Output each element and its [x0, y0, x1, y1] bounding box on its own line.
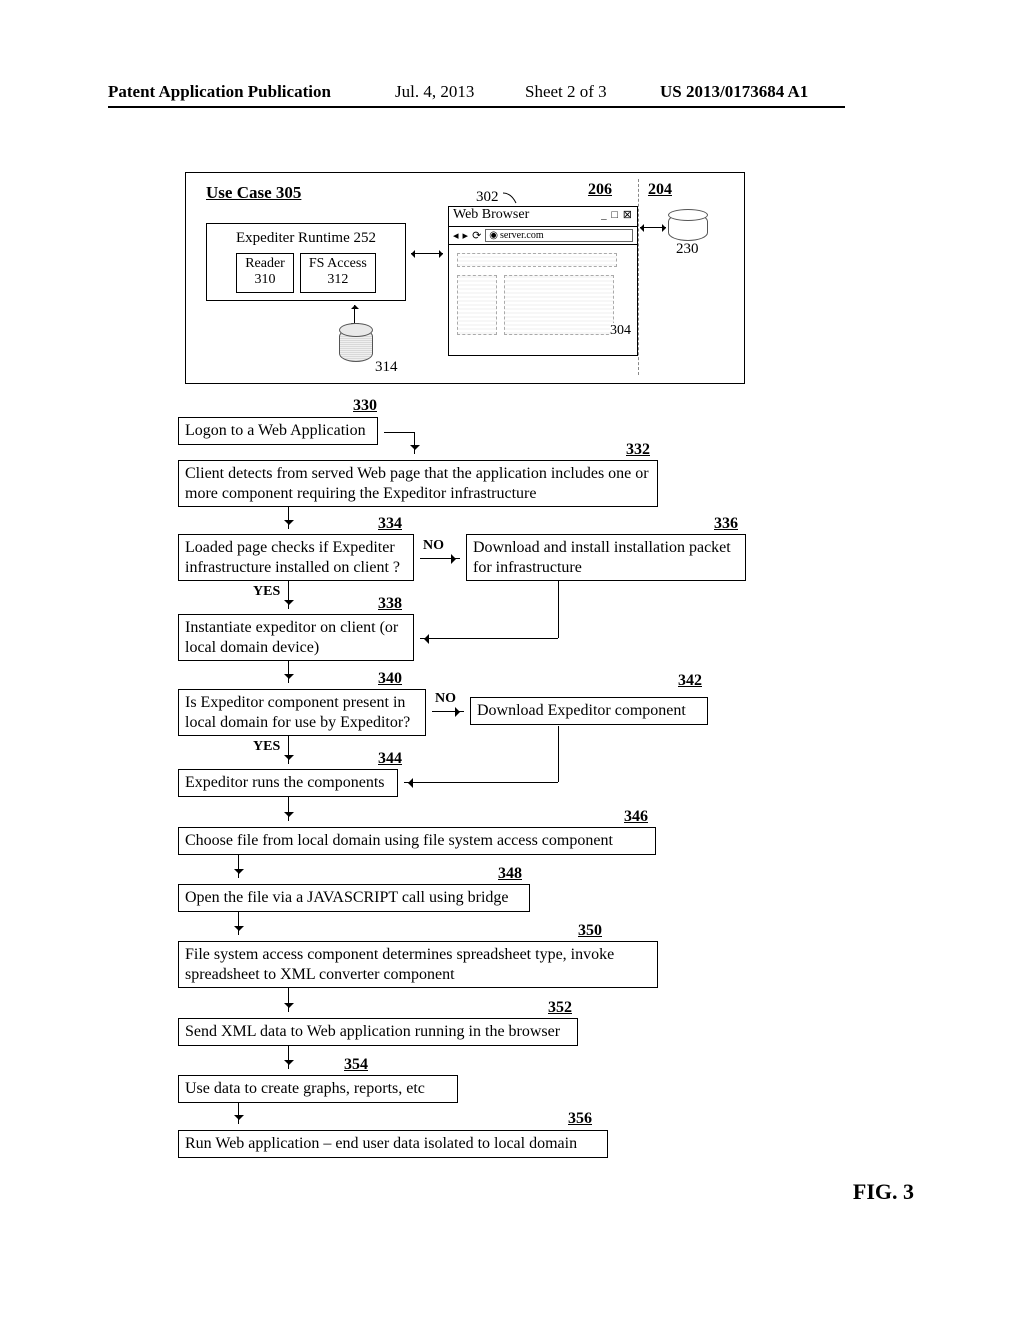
conn-330-h — [384, 432, 414, 433]
node-342: Download Expeditor component — [470, 697, 708, 725]
conn-334-338 — [288, 581, 289, 609]
node-330: Logon to a Web Application — [178, 417, 378, 445]
expeditor-runtime-box: Expediter Runtime 252 Reader 310 FS Acce… — [206, 223, 406, 301]
node-338: Instantiate expeditor on client (or loca… — [178, 614, 414, 661]
ref-330: 330 — [353, 397, 377, 415]
label-304: 304 — [610, 323, 631, 339]
ref-344: 344 — [378, 750, 402, 768]
expeditor-label: Expediter Runtime 252 — [207, 230, 405, 247]
conn-342-344 — [404, 782, 558, 783]
header-date: Jul. 4, 2013 — [395, 82, 474, 102]
conn-340-344 — [288, 736, 289, 764]
ref-332: 332 — [626, 441, 650, 459]
fs-access-box: FS Access 312 — [300, 253, 376, 293]
node-334: Loaded page checks if Expediter infrastr… — [178, 534, 414, 581]
label-206: 206 — [588, 181, 612, 199]
node-340: Is Expeditor component present in local … — [178, 689, 426, 736]
node-350: File system access component determines … — [178, 941, 658, 988]
address-bar: ◉ server.com — [485, 229, 633, 242]
conn-340-342 — [432, 711, 464, 712]
label-yes-340: YES — [253, 739, 280, 755]
ref-350: 350 — [578, 922, 602, 940]
nav-fwd-icon: ▸ — [463, 229, 469, 242]
conn-350-352 — [288, 988, 289, 1012]
cylinder-label: 314 — [375, 359, 398, 376]
content-region-3 — [504, 275, 614, 335]
window-controls-icon: _ □ ⊠ — [601, 208, 633, 221]
node-354: Use data to create graphs, reports, etc — [178, 1075, 458, 1103]
label-302-text: 302 — [476, 189, 499, 205]
ref-342: 342 — [678, 672, 702, 690]
header-pubno: US 2013/0173684 A1 — [660, 82, 808, 102]
header-divider — [108, 106, 845, 108]
node-332: Client detects from served Web page that… — [178, 460, 658, 507]
server-cylinder-icon — [668, 213, 708, 241]
header-publication: Patent Application Publication — [108, 82, 331, 102]
conn-334-336 — [420, 558, 460, 559]
content-region-2 — [457, 275, 497, 335]
conn-354-356 — [238, 1102, 239, 1124]
label-yes-334: YES — [253, 584, 280, 600]
header-sheet: Sheet 2 of 3 — [525, 82, 607, 102]
figure-label: FIG. 3 — [853, 1179, 914, 1205]
ref-338: 338 — [378, 595, 402, 613]
ref-348: 348 — [498, 865, 522, 883]
expeditor-inner: Reader 310 FS Access 312 — [207, 253, 405, 293]
conn-348-350 — [238, 911, 239, 935]
browser-content: 304 — [449, 245, 637, 353]
usecase-title: Use Case 305 — [206, 183, 301, 203]
node-344: Expeditor runs the components — [178, 769, 398, 797]
browser-titlebar: Web Browser _ □ ⊠ — [449, 207, 637, 227]
usecase-panel: Use Case 305 Expediter Runtime 252 Reade… — [185, 172, 745, 384]
node-348: Open the file via a JAVASCRIPT call usin… — [178, 884, 530, 912]
browser-toolbar: ◂ ▸ ⟳ ◉ server.com — [449, 227, 637, 245]
label-no-334: NO — [423, 538, 444, 554]
arrow-expeditor-browser — [411, 253, 443, 254]
conn-332-334 — [288, 507, 289, 529]
browser-title: Web Browser — [453, 207, 529, 222]
conn-342-v — [558, 726, 559, 782]
node-346: Choose file from local domain using file… — [178, 827, 656, 855]
browser-window: Web Browser _ □ ⊠ ◂ ▸ ⟳ ◉ server.com 304 — [448, 206, 638, 356]
conn-346-348 — [238, 854, 239, 878]
content-region-1 — [457, 253, 617, 267]
reload-icon: ⟳ — [472, 229, 481, 242]
conn-330-v — [414, 432, 415, 454]
ref-340: 340 — [378, 670, 402, 688]
label-302: 302 — [476, 189, 520, 206]
conn-336-v — [558, 581, 559, 638]
node-356: Run Web application – end user data isol… — [178, 1130, 608, 1158]
ref-356: 356 — [568, 1110, 592, 1128]
cylinder-icon — [339, 328, 373, 362]
arrow-browser-server — [640, 227, 666, 228]
conn-338-340 — [288, 661, 289, 683]
ref-354: 354 — [344, 1056, 368, 1074]
conn-336-338 — [420, 638, 558, 639]
client-server-divider — [638, 179, 639, 375]
page: Patent Application Publication Jul. 4, 2… — [0, 0, 1024, 1320]
label-no-340: NO — [435, 691, 456, 707]
label-230: 230 — [676, 241, 699, 258]
ref-336: 336 — [714, 515, 738, 533]
node-336: Download and install installation packet… — [466, 534, 746, 581]
node-352: Send XML data to Web application running… — [178, 1018, 578, 1046]
ref-352: 352 — [548, 999, 572, 1017]
conn-352-354 — [288, 1045, 289, 1069]
nav-back-icon: ◂ — [453, 229, 459, 242]
ref-346: 346 — [624, 808, 648, 826]
globe-icon: ◉ — [489, 230, 498, 241]
reader-box: Reader 310 — [236, 253, 294, 293]
ref-334: 334 — [378, 515, 402, 533]
conn-344-346 — [288, 797, 289, 821]
address-text: server.com — [500, 230, 544, 241]
label-204: 204 — [648, 181, 672, 199]
